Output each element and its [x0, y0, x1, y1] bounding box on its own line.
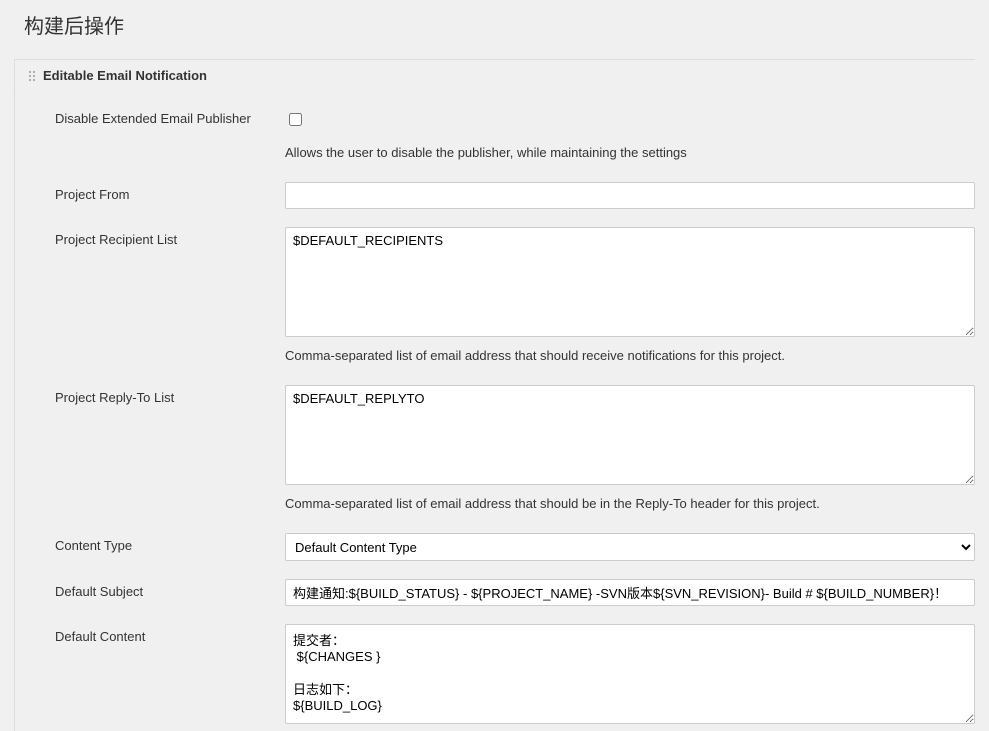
page-title: 构建后操作 [0, 0, 989, 59]
default-content-label: Default Content [55, 624, 285, 644]
content-type-label: Content Type [55, 533, 285, 553]
section-header: Editable Email Notification [15, 60, 975, 92]
content-type-select[interactable]: Default Content Type [285, 533, 975, 561]
project-from-input[interactable] [285, 182, 975, 209]
disable-publisher-help: Allows the user to disable the publisher… [285, 137, 975, 174]
drag-handle-icon[interactable] [27, 69, 37, 83]
disable-publisher-checkbox[interactable] [289, 113, 302, 126]
disable-publisher-label: Disable Extended Email Publisher [55, 106, 285, 126]
default-subject-input[interactable] [285, 579, 975, 606]
recipient-list-help: Comma-separated list of email address th… [285, 340, 975, 377]
recipient-list-textarea[interactable] [285, 227, 975, 337]
project-from-label: Project From [55, 182, 285, 202]
email-notification-section: Editable Email Notification Disable Exte… [14, 59, 975, 731]
reply-to-list-label: Project Reply-To List [55, 385, 285, 405]
reply-to-list-textarea[interactable] [285, 385, 975, 485]
default-subject-label: Default Subject [55, 579, 285, 599]
default-content-textarea[interactable] [285, 624, 975, 724]
section-title: Editable Email Notification [43, 68, 207, 83]
recipient-list-label: Project Recipient List [55, 227, 285, 247]
reply-to-list-help: Comma-separated list of email address th… [285, 488, 975, 525]
